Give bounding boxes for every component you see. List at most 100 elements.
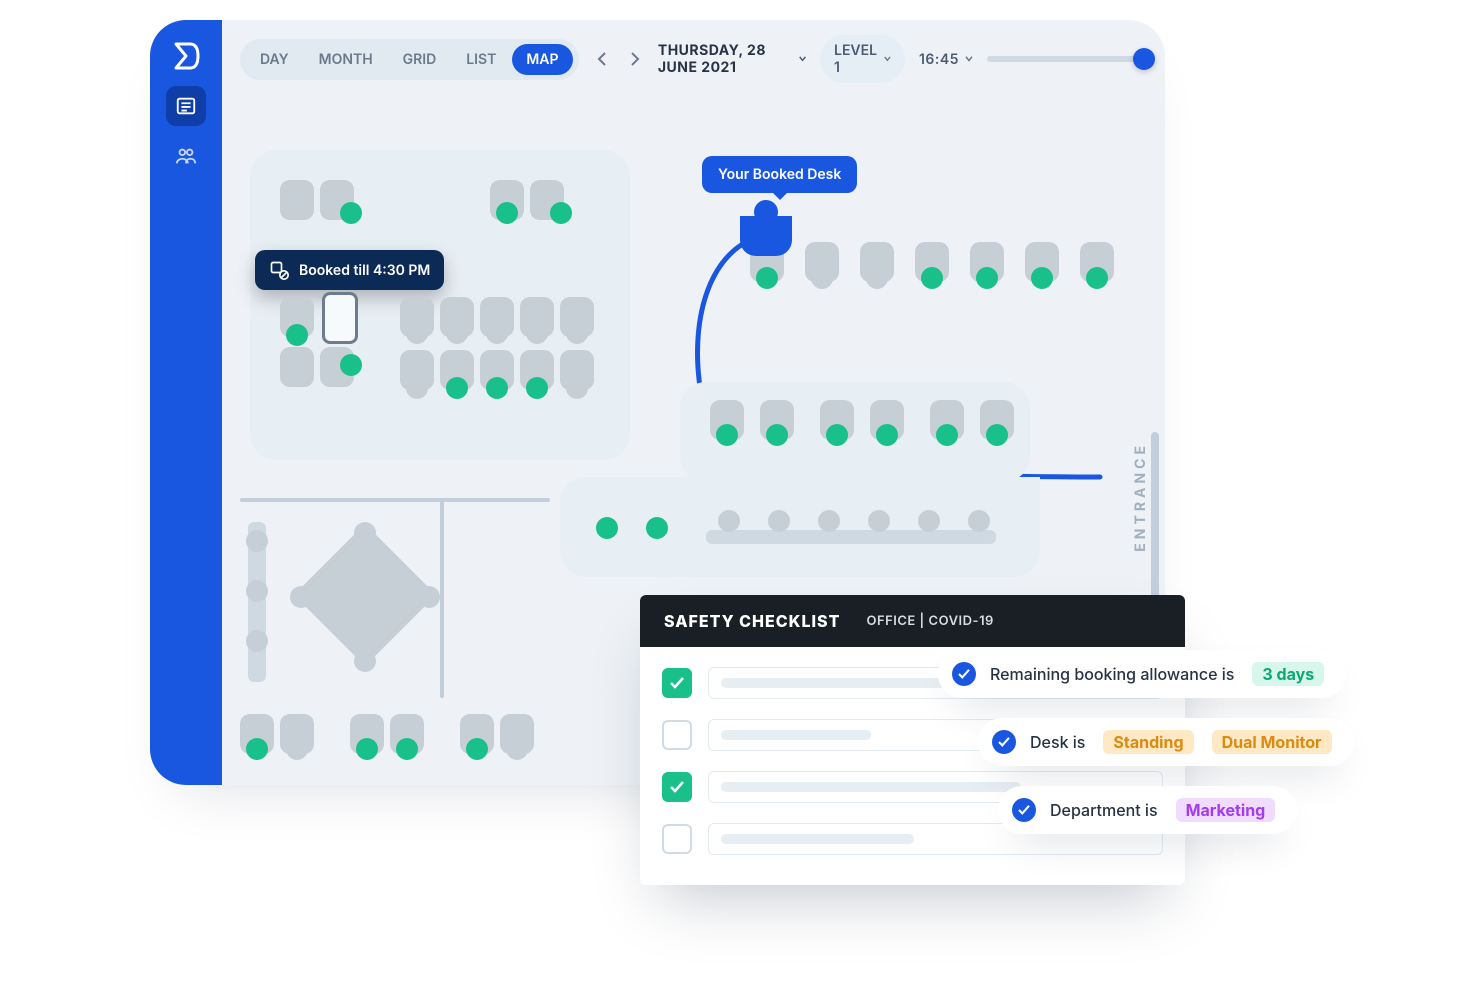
- status-unavailable-icon: [418, 586, 440, 608]
- next-day-button[interactable]: [625, 46, 644, 72]
- status-unavailable-icon: [486, 322, 508, 344]
- wall-segment: [440, 498, 444, 698]
- prev-day-button[interactable]: [593, 46, 612, 72]
- status-available-icon: [826, 424, 848, 446]
- status-available-icon: [876, 424, 898, 446]
- view-day[interactable]: DAY: [246, 44, 303, 75]
- level-label: LEVEL 1: [834, 42, 878, 76]
- your-desk-badge: Your Booked Desk: [702, 156, 857, 193]
- time-slider[interactable]: [987, 56, 1147, 62]
- desk-seat[interactable]: [280, 347, 314, 387]
- status-unavailable-icon: [918, 510, 940, 532]
- chevron-down-icon: [884, 56, 891, 62]
- safety-title: SAFETY CHECKLIST: [664, 611, 840, 631]
- info-text: Remaining booking allowance is: [990, 664, 1234, 684]
- status-available-icon: [646, 517, 668, 539]
- meeting-table[interactable]: [300, 530, 430, 660]
- bench-desk: [706, 530, 996, 544]
- desk-tag: Standing: [1103, 730, 1193, 754]
- status-available-icon: [936, 424, 958, 446]
- status-unavailable-icon: [406, 377, 428, 399]
- desk-seat[interactable]: [280, 180, 314, 220]
- status-available-icon: [550, 202, 572, 224]
- app-logo[interactable]: [166, 36, 206, 76]
- check-circle-icon: [952, 662, 976, 686]
- status-available-icon: [396, 738, 418, 760]
- entrance-label: ENTRANCE: [1132, 442, 1149, 552]
- zone: [560, 477, 1040, 577]
- wall-segment: [240, 498, 550, 502]
- info-text: Desk is: [1030, 732, 1085, 752]
- info-desk: Desk is Standing Dual Monitor: [978, 718, 1354, 766]
- safety-header: SAFETY CHECKLIST OFFICE | COVID-19: [640, 595, 1185, 647]
- status-unavailable-icon: [506, 738, 528, 760]
- status-available-icon: [766, 424, 788, 446]
- view-month[interactable]: MONTH: [305, 44, 387, 75]
- info-department: Department is Marketing: [998, 786, 1297, 834]
- view-list[interactable]: LIST: [452, 44, 510, 75]
- status-available-icon: [446, 377, 468, 399]
- status-available-icon: [716, 424, 738, 446]
- your-desk-label: Your Booked Desk: [718, 166, 841, 183]
- department-tag: Marketing: [1176, 798, 1276, 822]
- status-available-icon: [596, 517, 618, 539]
- status-available-icon: [340, 202, 362, 224]
- entrance-marker: [1151, 432, 1159, 602]
- status-available-icon: [496, 202, 518, 224]
- status-unavailable-icon: [354, 650, 376, 672]
- status-available-icon: [246, 738, 268, 760]
- time-picker[interactable]: 16:45: [919, 51, 973, 68]
- status-available-icon: [486, 377, 508, 399]
- chevron-down-icon: [965, 56, 973, 62]
- status-unavailable-icon: [868, 510, 890, 532]
- topbar: DAY MONTH GRID LIST MAP THURSDAY, 28 JUN…: [240, 34, 1147, 84]
- date-text: THURSDAY, 28 JUNE 2021: [658, 42, 793, 76]
- status-unavailable-icon: [406, 322, 428, 344]
- check-circle-icon: [1012, 798, 1036, 822]
- view-map[interactable]: MAP: [512, 44, 572, 75]
- checkbox-unchecked-icon[interactable]: [662, 824, 692, 854]
- sidebar-item-bookings[interactable]: [166, 86, 206, 126]
- status-unavailable-icon: [968, 510, 990, 532]
- level-picker[interactable]: LEVEL 1: [820, 35, 905, 83]
- status-available-icon: [466, 738, 488, 760]
- status-unavailable-icon: [526, 322, 548, 344]
- status-available-icon: [356, 738, 378, 760]
- status-unavailable-icon: [246, 530, 268, 552]
- status-available-icon: [986, 424, 1008, 446]
- status-unavailable-icon: [818, 510, 840, 532]
- checkbox-checked-icon[interactable]: [662, 668, 692, 698]
- selected-desk[interactable]: [322, 292, 358, 344]
- status-unavailable-icon: [446, 322, 468, 344]
- status-unavailable-icon: [290, 586, 312, 608]
- status-unavailable-icon: [566, 377, 588, 399]
- date-picker[interactable]: THURSDAY, 28 JUNE 2021: [658, 42, 806, 76]
- status-unavailable-icon: [566, 322, 588, 344]
- status-unavailable-icon: [718, 510, 740, 532]
- view-grid[interactable]: GRID: [389, 44, 451, 75]
- sidebar: [150, 20, 222, 785]
- status-unavailable-icon: [246, 580, 268, 602]
- desk-blocked-icon: [269, 260, 289, 280]
- check-circle-icon: [992, 730, 1016, 754]
- info-text: Department is: [1050, 800, 1158, 820]
- checkbox-unchecked-icon[interactable]: [662, 720, 692, 750]
- status-unavailable-icon: [768, 510, 790, 532]
- time-label: 16:45: [919, 51, 959, 68]
- status-available-icon: [526, 377, 548, 399]
- desk-tag: Dual Monitor: [1212, 730, 1332, 754]
- status-unavailable-icon: [286, 738, 308, 760]
- view-switcher: DAY MONTH GRID LIST MAP: [240, 39, 579, 80]
- checkbox-checked-icon[interactable]: [662, 772, 692, 802]
- tooltip-text: Booked till 4:30 PM: [299, 262, 430, 279]
- safety-subtitle: OFFICE | COVID-19: [866, 613, 993, 629]
- status-unavailable-icon: [246, 630, 268, 652]
- sidebar-item-people[interactable]: [166, 136, 206, 176]
- slider-knob[interactable]: [1133, 48, 1155, 70]
- status-available-icon: [286, 324, 308, 346]
- info-allowance: Remaining booking allowance is 3 days: [938, 650, 1346, 698]
- allowance-value: 3 days: [1252, 662, 1324, 686]
- chevron-down-icon: [799, 55, 806, 63]
- status-unavailable-icon: [354, 522, 376, 544]
- desk-tooltip: Booked till 4:30 PM: [255, 250, 444, 290]
